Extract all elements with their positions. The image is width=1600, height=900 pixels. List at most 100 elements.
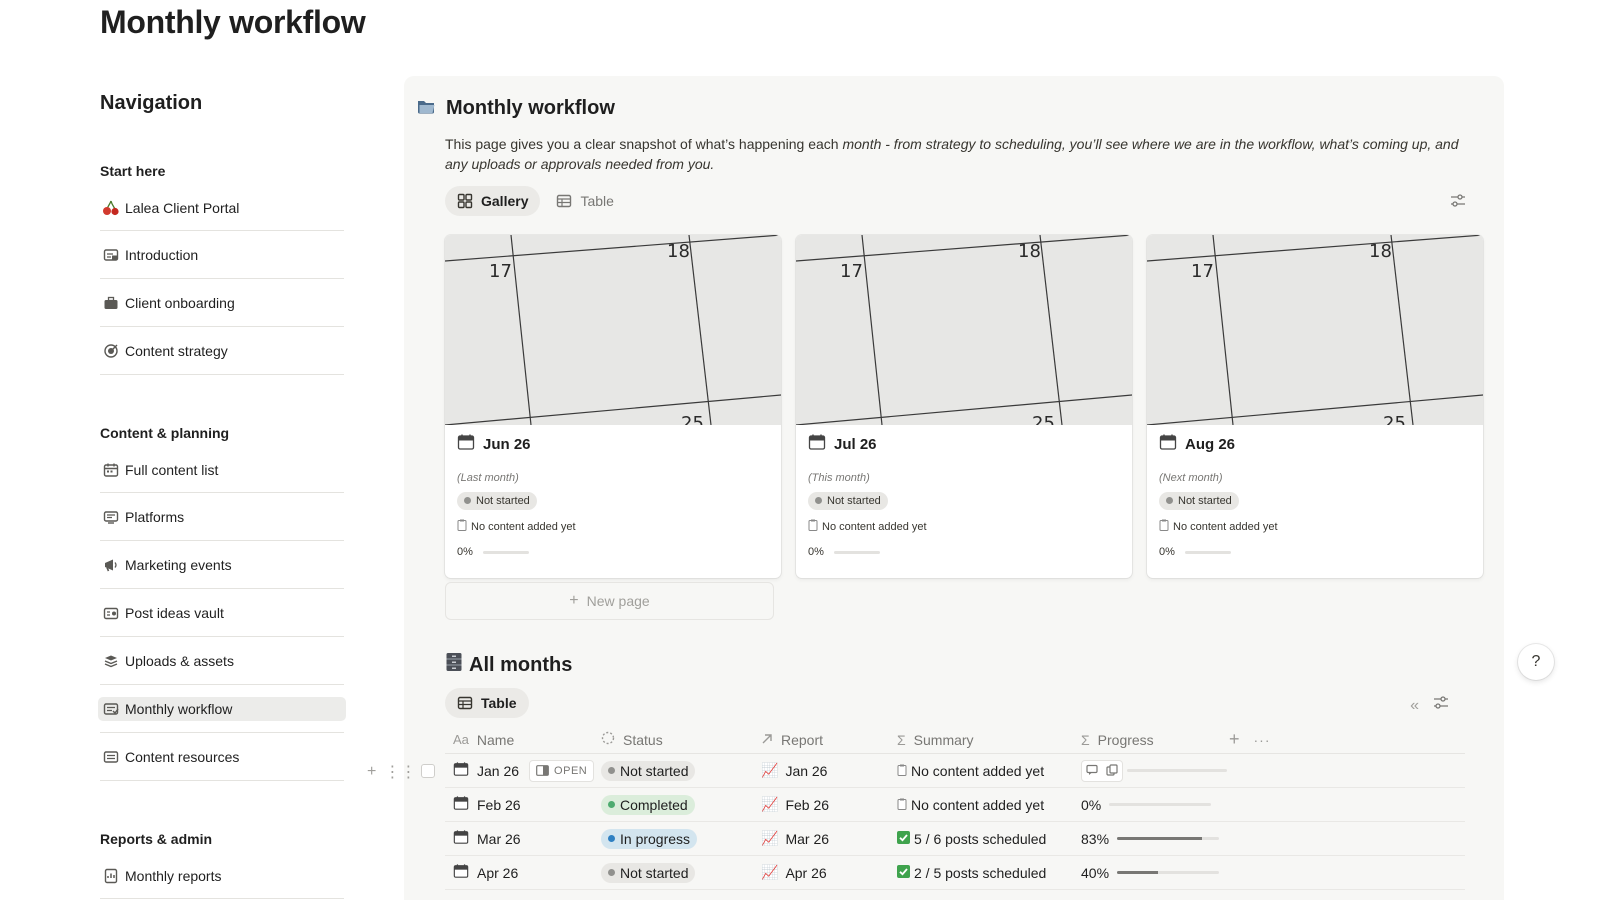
nav-item-uploads-assets[interactable]: Uploads & assets — [100, 637, 344, 685]
nav-item-lalea-client-portal[interactable]: Lalea Client Portal — [100, 185, 344, 231]
gallery-card-jul-26[interactable]: 17 18 25 Jul 26 (This month) Not started… — [796, 235, 1132, 578]
collapse-icon[interactable]: « — [1410, 697, 1419, 715]
card-title-label: Jul 26 — [834, 435, 877, 453]
row-checkbox[interactable] — [421, 764, 435, 778]
nav-item-monthly-workflow[interactable]: Monthly workflow — [98, 685, 346, 733]
card-title: Jun 26 — [457, 433, 531, 455]
open-button[interactable]: OPEN — [529, 759, 595, 782]
cabinet-icon — [445, 652, 463, 678]
nav-item-label: Marketing events — [125, 556, 232, 573]
calendar-card-icon — [1159, 433, 1177, 455]
nav-item-introduction[interactable]: Introduction — [100, 231, 344, 279]
nav-item-marketing-events[interactable]: Marketing events — [100, 541, 344, 589]
table-row[interactable]: Mar 26 In progress 📈 Mar 26 5 / 6 posts s… — [445, 822, 1465, 856]
gallery-card-aug-26[interactable]: 17 18 25 Aug 26 (Next month) Not started… — [1147, 235, 1483, 578]
nav-item-full-content-list[interactable]: Full content list — [100, 447, 344, 493]
status-badge: Not started — [808, 491, 888, 510]
relation-prop-icon — [761, 732, 773, 748]
report-link[interactable]: Apr 26 — [785, 865, 826, 881]
tab-gallery[interactable]: Gallery — [445, 186, 541, 216]
clipboard-icon — [808, 519, 818, 534]
nav-item-content-resources[interactable]: Content resources — [100, 733, 344, 781]
folder-icon — [416, 96, 436, 121]
clipboard-icon — [897, 797, 907, 813]
progress-value: 83% — [1081, 830, 1110, 847]
add-property-button[interactable]: + — [1229, 729, 1240, 750]
chart-up-icon: 📈 — [761, 864, 779, 880]
nav-item-label: Lalea Client Portal — [125, 199, 240, 216]
nav-item-client-onboarding[interactable]: Client onboarding — [100, 279, 344, 327]
table-row[interactable]: Feb 26 Completed 📈 Feb 26 No content adde… — [445, 788, 1465, 822]
new-page-button[interactable]: + New page — [445, 582, 774, 620]
view-settings-button[interactable] — [1450, 194, 1466, 213]
tab-label: Table — [481, 695, 517, 711]
calendar-cover-image: 17 18 25 — [445, 235, 781, 425]
calendar-row-icon — [453, 863, 469, 882]
column-header-status[interactable]: Status — [599, 731, 751, 748]
all-months-title-label: All months — [469, 653, 573, 676]
table-icon — [457, 696, 473, 710]
chart-up-icon: 📈 — [761, 762, 779, 778]
nav-item-content-strategy[interactable]: Content strategy — [100, 327, 344, 375]
nav-item-label: Content resources — [125, 748, 240, 765]
view-tabs: Gallery Table — [445, 186, 630, 216]
gallery-card-jun-26[interactable]: 17 18 25 Jun 26 (Last month) Not started… — [445, 235, 781, 578]
page-description: This page gives you a clear snapshot of … — [445, 136, 1459, 172]
progress-value: 40% — [1081, 864, 1110, 881]
nav-item-post-ideas-vault[interactable]: Post ideas vault — [100, 589, 344, 637]
status-badge: Not started — [457, 491, 537, 510]
more-options-icon[interactable]: ··· — [1254, 732, 1271, 748]
table-row[interactable]: Apr 26 Not started 📈 Apr 26 2 / 5 posts s… — [445, 856, 1465, 890]
calendar-row-icon — [453, 761, 469, 780]
svg-text:17: 17 — [840, 261, 863, 282]
navigation-column: Navigation Start here Lalea Client Porta… — [98, 92, 346, 899]
report-link[interactable]: Mar 26 — [785, 831, 829, 847]
calendar-card-icon — [808, 433, 826, 455]
row-name: Feb 26 — [477, 796, 521, 813]
column-header-summary[interactable]: Σ Summary — [889, 732, 1077, 748]
nav-item-label: Monthly workflow — [125, 700, 233, 717]
help-button[interactable]: ? — [1518, 644, 1554, 680]
table-settings-button[interactable] — [1433, 696, 1449, 715]
status-badge: Not started — [1159, 491, 1239, 510]
status-badge[interactable]: In progress — [601, 828, 698, 849]
table-header: Aa Name Status Report Σ Summary Σ Progre… — [445, 726, 1465, 754]
status-badge[interactable]: Completed — [601, 794, 695, 815]
report-link[interactable]: Feb 26 — [785, 797, 829, 813]
sigma-icon: Σ — [897, 731, 906, 748]
tab-all-months-table[interactable]: Table — [445, 688, 529, 718]
drag-handle-icon[interactable]: ⋮⋮ — [384, 762, 416, 782]
column-header-name[interactable]: Aa Name — [445, 732, 599, 748]
card-summary: No content added yet — [1159, 519, 1278, 534]
plus-icon: + — [569, 592, 579, 609]
tab-table[interactable]: Table — [544, 186, 625, 216]
calendar-row-icon — [453, 795, 469, 814]
status-badge[interactable]: Not started — [601, 760, 696, 781]
table-row[interactable]: + ⋮⋮ Jan 26 OPEN Not started 📈 Jan 26 No … — [367, 754, 1465, 788]
check-icon — [897, 830, 910, 847]
target-icon — [102, 342, 120, 360]
column-header-report[interactable]: Report — [751, 732, 889, 748]
clipboard-icon — [457, 519, 467, 534]
sliders-icon — [1451, 194, 1465, 207]
clipboard-icon — [897, 763, 907, 779]
card-progress: 0% — [1159, 546, 1231, 558]
report-link[interactable]: Jan 26 — [785, 763, 827, 779]
comment-icon[interactable] — [1086, 763, 1098, 779]
all-months-table: Aa Name Status Report Σ Summary Σ Progre… — [367, 726, 1465, 890]
nav-item-platforms[interactable]: Platforms — [100, 493, 344, 541]
svg-text:18: 18 — [1369, 241, 1392, 262]
nav-item-monthly-reports[interactable]: Monthly reports — [100, 853, 344, 899]
megaphone-icon — [102, 556, 120, 574]
calendar-cover-image: 17 18 25 — [1147, 235, 1483, 425]
column-header-progress[interactable]: Σ Progress — [1077, 732, 1227, 748]
status-badge[interactable]: Not started — [601, 862, 696, 883]
gallery-cards: 17 18 25 Jun 26 (Last month) Not started… — [445, 235, 1498, 578]
duplicate-icon[interactable] — [1106, 763, 1118, 779]
row-name: Apr 26 — [477, 864, 519, 881]
add-row-icon[interactable]: + — [367, 763, 376, 781]
tab-label: Table — [580, 193, 614, 209]
table-toolbar: « — [1396, 696, 1449, 715]
row-hover-tools — [1081, 759, 1123, 782]
card-title: Aug 26 — [1159, 433, 1235, 455]
